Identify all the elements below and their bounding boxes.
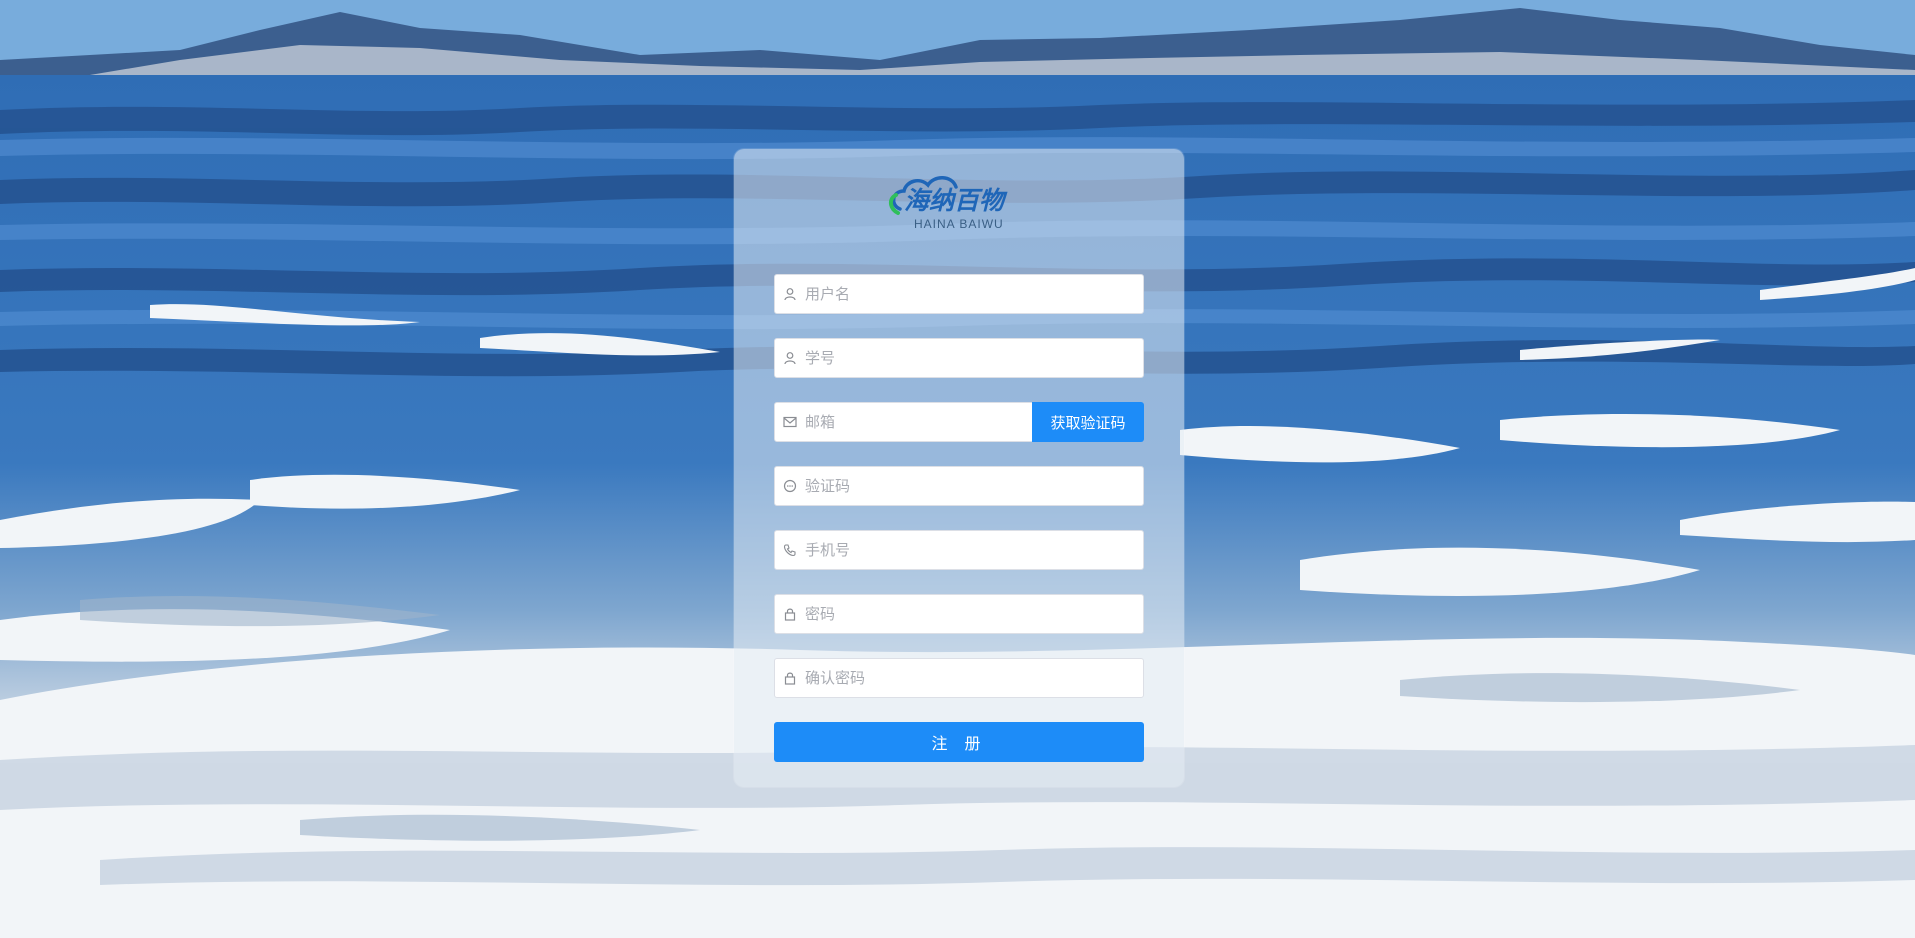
user-icon — [775, 338, 805, 378]
password-input[interactable] — [805, 596, 1143, 632]
brand-logo: 海纳百物 HAINA BAIWU — [734, 169, 1184, 231]
get-code-button[interactable]: 获取验证码 — [1032, 402, 1144, 442]
student-id-field[interactable] — [774, 338, 1144, 378]
phone-input[interactable] — [805, 532, 1143, 568]
password-field[interactable] — [774, 594, 1144, 634]
chat-bubble-icon — [775, 466, 805, 506]
verification-code-field[interactable] — [774, 466, 1144, 506]
verification-code-input[interactable] — [805, 468, 1143, 504]
student-id-input[interactable] — [805, 340, 1143, 376]
username-field[interactable] — [774, 274, 1144, 314]
email-input[interactable] — [805, 404, 1032, 440]
register-card: 海纳百物 HAINA BAIWU 获取验证码 — [734, 149, 1184, 787]
confirm-password-field[interactable] — [774, 658, 1144, 698]
mail-icon — [775, 402, 805, 442]
brand-name-cn: 海纳百物 — [904, 186, 1005, 215]
confirm-password-input[interactable] — [805, 660, 1143, 696]
email-field[interactable] — [774, 402, 1033, 442]
brand-name-en: HAINA BAIWU — [914, 217, 1004, 231]
user-icon — [775, 274, 805, 314]
lock-icon — [775, 658, 805, 698]
lock-icon — [775, 594, 805, 634]
username-input[interactable] — [805, 276, 1143, 312]
phone-field[interactable] — [774, 530, 1144, 570]
register-button[interactable]: 注 册 — [774, 722, 1144, 762]
phone-icon — [775, 530, 805, 570]
